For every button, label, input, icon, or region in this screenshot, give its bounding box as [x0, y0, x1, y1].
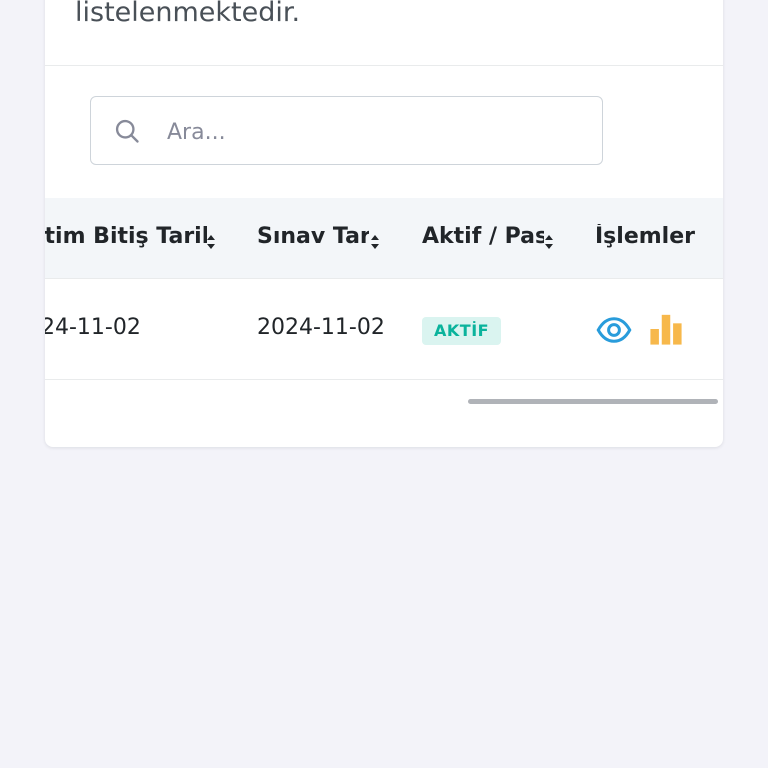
eye-icon[interactable]: [596, 312, 632, 348]
table-header: itim Bitiş Tarihi Sınav Tar Aktif / Pasi…: [45, 198, 723, 279]
search-icon: [115, 119, 139, 143]
header-end-date[interactable]: itim Bitiş Tarihi: [45, 224, 207, 254]
bar-chart-icon[interactable]: [649, 312, 683, 346]
status-badge: AKTİF: [422, 317, 502, 345]
horizontal-scrollbar[interactable]: [468, 399, 718, 404]
cell-end-date: 24-11-02: [45, 315, 141, 340]
card-description: listelenmektedir.: [75, 0, 301, 28]
sort-icon[interactable]: [369, 234, 381, 250]
header-status[interactable]: Aktif / Pasif: [422, 224, 544, 254]
search-input[interactable]: [165, 111, 589, 153]
sort-icon[interactable]: [543, 234, 555, 250]
card-divider: [45, 65, 723, 66]
sort-icon[interactable]: [205, 234, 217, 250]
table-row: 24-11-02 2024-11-02 AKTİF: [45, 279, 723, 380]
content-card: listelenmektedir. itim Bitiş Tarihi Sına…: [45, 0, 723, 447]
header-actions: İşlemler: [595, 224, 695, 249]
header-exam-date[interactable]: Sınav Tar: [257, 224, 369, 254]
cell-exam-date: 2024-11-02: [257, 315, 385, 340]
search-box[interactable]: [90, 96, 603, 165]
